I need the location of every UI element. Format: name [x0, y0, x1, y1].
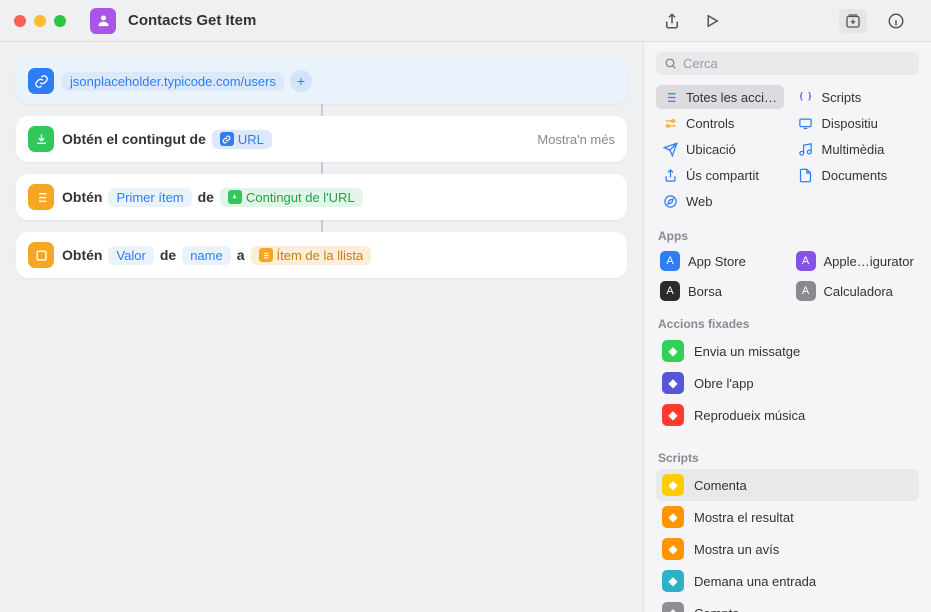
list-icon	[662, 89, 678, 105]
category-share[interactable]: Ús compartit	[656, 163, 784, 187]
app-icon: A	[796, 281, 816, 301]
shortcut-icon	[90, 8, 116, 34]
library-button[interactable]	[839, 9, 867, 33]
get-dictionary-value-action[interactable]: Obtén Valor de name a Ítem de la llista	[16, 232, 627, 278]
connector	[16, 104, 627, 116]
action-text: a	[237, 247, 245, 263]
display-icon	[798, 115, 814, 131]
item-selector-token[interactable]: Primer ítem	[108, 188, 191, 207]
scripts-list: ◆Comenta◆Mostra el resultat◆Mostra un av…	[644, 469, 931, 612]
action-icon: ◆	[662, 506, 684, 528]
apps-grid: AApp Store AApple…igurator ABorsa ACalculad…	[644, 247, 931, 309]
search-field[interactable]	[656, 52, 919, 75]
braces-icon	[798, 89, 814, 105]
value-type-token[interactable]: Valor	[108, 246, 153, 265]
search-icon	[664, 57, 677, 70]
action-label: Obtén	[62, 189, 102, 205]
action-icon: ◆	[662, 404, 684, 426]
list-icon	[28, 184, 54, 210]
action-label: Obtén el contingut de	[62, 131, 206, 147]
source-variable-token[interactable]: Ítem de la llista	[251, 246, 372, 265]
download-mini-icon	[228, 190, 242, 204]
toolbar-right	[661, 9, 917, 33]
action-text: de	[198, 189, 214, 205]
action-item[interactable]: ◆Mostra el resultat	[656, 501, 919, 533]
scripts-header: Scripts	[644, 443, 931, 469]
search-input[interactable]	[683, 56, 911, 71]
apps-header: Apps	[644, 221, 931, 247]
get-item-action[interactable]: Obtén Primer ítem de Contingut de l'URL	[16, 174, 627, 220]
run-button[interactable]	[701, 10, 723, 32]
safari-icon	[662, 193, 678, 209]
category-slider[interactable]: Controls	[656, 111, 784, 135]
library-sidebar: Totes les acci… Scripts Controls Dispositiu…	[643, 42, 931, 612]
minimize-button[interactable]	[34, 15, 46, 27]
share-button[interactable]	[661, 10, 683, 32]
action-icon: ◆	[662, 340, 684, 362]
source-variable-token[interactable]: Contingut de l'URL	[220, 188, 363, 207]
action-item[interactable]: ◆Comenta	[656, 469, 919, 501]
list-mini-icon	[259, 248, 273, 262]
action-item[interactable]: ◆Reprodueix música	[656, 399, 919, 431]
location-icon	[662, 141, 678, 157]
category-display[interactable]: Dispositiu	[792, 111, 920, 135]
doc-icon	[798, 167, 814, 183]
close-button[interactable]	[14, 15, 26, 27]
app-item[interactable]: ACalculadora	[792, 277, 920, 305]
app-icon: A	[796, 251, 816, 271]
link-mini-icon	[220, 132, 234, 146]
action-text: de	[160, 247, 176, 263]
category-music[interactable]: Multimèdia	[792, 137, 920, 161]
action-item[interactable]: ◆Demana una entrada	[656, 565, 919, 597]
music-icon	[798, 141, 814, 157]
url-variable-token[interactable]: URL	[212, 130, 272, 149]
url-token[interactable]: jsonplaceholder.typicode.com/users	[62, 72, 284, 91]
link-icon	[28, 68, 54, 94]
share-icon	[662, 167, 678, 183]
app-item[interactable]: AApple…igurator	[792, 247, 920, 275]
category-location[interactable]: Ubicació	[656, 137, 784, 161]
add-url-button[interactable]: +	[290, 70, 312, 92]
action-item[interactable]: ◆Envia un missatge	[656, 335, 919, 367]
maximize-button[interactable]	[54, 15, 66, 27]
window-controls	[14, 15, 66, 27]
action-icon: ◆	[662, 570, 684, 592]
app-item[interactable]: AApp Store	[656, 247, 784, 275]
action-item[interactable]: ◆Compta	[656, 597, 919, 612]
action-icon: ◆	[662, 372, 684, 394]
pinned-list: ◆Envia un missatge◆Obre l'app◆Reprodueix…	[644, 335, 931, 443]
category-doc[interactable]: Documents	[792, 163, 920, 187]
category-braces[interactable]: Scripts	[792, 85, 920, 109]
main: jsonplaceholder.typicode.com/users + Obt…	[0, 42, 931, 612]
category-list[interactable]: Totes les acci…	[656, 85, 784, 109]
action-label: Obtén	[62, 247, 102, 263]
connector	[16, 162, 627, 174]
url-action[interactable]: jsonplaceholder.typicode.com/users +	[16, 58, 627, 104]
key-token[interactable]: name	[182, 246, 231, 265]
download-icon	[28, 126, 54, 152]
search-container	[644, 42, 931, 83]
pinned-header: Accions fixades	[644, 309, 931, 335]
category-grid: Totes les acci… Scripts Controls Dispositiu…	[644, 83, 931, 221]
dictionary-icon	[28, 242, 54, 268]
get-contents-action[interactable]: Obtén el contingut de URL Mostra'n més	[16, 116, 627, 162]
category-safari[interactable]: Web	[656, 189, 784, 213]
window-title: Contacts Get Item	[128, 12, 653, 29]
slider-icon	[662, 115, 678, 131]
editor: jsonplaceholder.typicode.com/users + Obt…	[0, 42, 643, 612]
titlebar: Contacts Get Item	[0, 0, 931, 42]
action-item[interactable]: ◆Mostra un avís	[656, 533, 919, 565]
app-icon: A	[660, 281, 680, 301]
app-item[interactable]: ABorsa	[656, 277, 784, 305]
action-icon: ◆	[662, 538, 684, 560]
info-button[interactable]	[885, 10, 907, 32]
action-icon: ◆	[662, 474, 684, 496]
app-icon: A	[660, 251, 680, 271]
actions-scroll[interactable]: Accions fixades ◆Envia un missatge◆Obre …	[644, 309, 931, 612]
connector	[16, 220, 627, 232]
show-more-button[interactable]: Mostra'n més	[537, 132, 615, 147]
action-icon: ◆	[662, 602, 684, 612]
action-item[interactable]: ◆Obre l'app	[656, 367, 919, 399]
